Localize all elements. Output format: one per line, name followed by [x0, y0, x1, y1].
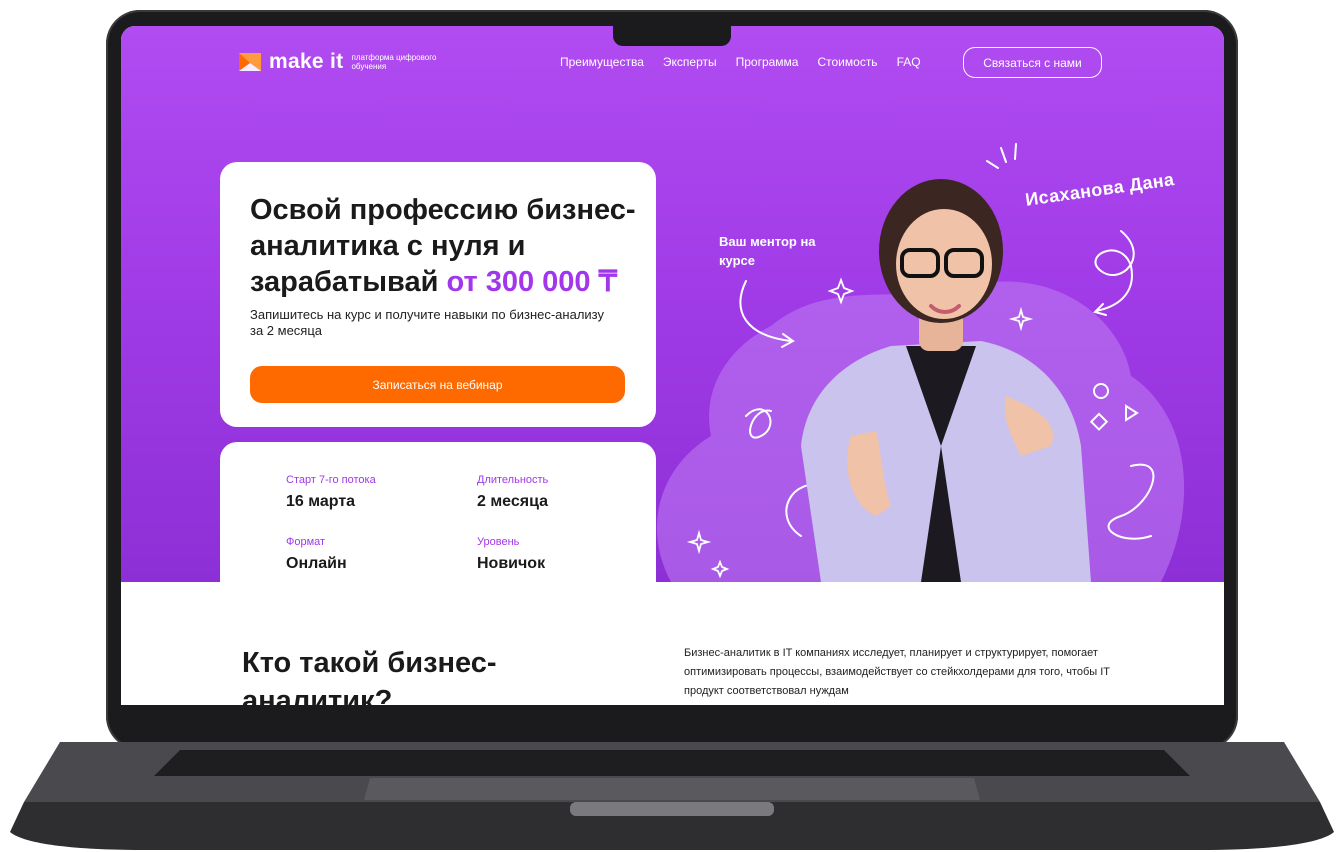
course-info-card: Старт 7-го потока 16 марта Длительность …: [220, 442, 656, 582]
contact-us-button[interactable]: Связаться с нами: [963, 47, 1102, 78]
brand-tagline: платформа цифрового обучения: [351, 53, 437, 71]
nav-item-program[interactable]: Программа: [736, 55, 799, 69]
course-start-label: Старт 7-го потока: [286, 474, 376, 486]
camera-notch: [613, 26, 731, 46]
course-level-value: Новичок: [477, 555, 546, 572]
make-it-logo-icon: [239, 53, 261, 71]
course-level: Уровень Новичок: [477, 536, 647, 573]
about-title: Кто такой бизнес-аналитик?: [242, 647, 497, 705]
laptop-keyboard-base: [10, 742, 1334, 850]
course-level-label: Уровень: [477, 536, 520, 548]
hero-title: Освой профессию бизнес-аналитика с нуля …: [250, 192, 650, 300]
brand-logo[interactable]: make it платформа цифрового обучения: [239, 50, 461, 74]
course-start-value: 16 марта: [286, 493, 356, 510]
nav-item-experts[interactable]: Эксперты: [663, 55, 717, 69]
hero-title-salary: от 300 000 ₸: [446, 266, 618, 298]
browser-screen: make it платформа цифрового обучения Пре…: [121, 26, 1224, 705]
about-section: Кто такой бизнес-аналитик? Бизнес-аналит…: [121, 582, 1224, 705]
hero-section: make it платформа цифрового обучения Пре…: [121, 26, 1224, 582]
nav-item-advantages[interactable]: Преимущества: [560, 55, 644, 69]
course-duration-label: Длительность: [477, 474, 549, 486]
mentor-photo: [801, 179, 1091, 582]
nav-item-price[interactable]: Стоимость: [817, 55, 877, 69]
course-duration-value: 2 месяца: [477, 493, 549, 510]
hero-subtitle: Запишитесь на курс и получите навыки по …: [250, 307, 604, 338]
mentor-label: Ваш ментор на курсе: [719, 234, 816, 268]
main-menu: Преимущества Эксперты Программа Стоимост…: [560, 55, 921, 69]
about-description: Бизнес-аналитик в IT компаниях исследует…: [684, 647, 1110, 697]
course-format-label: Формат: [286, 536, 326, 548]
nav-item-faq[interactable]: FAQ: [897, 55, 921, 69]
course-duration: Длительность 2 месяца: [477, 474, 647, 511]
course-start: Старт 7-го потока 16 марта: [286, 474, 456, 511]
course-format: Формат Онлайн: [286, 536, 456, 573]
brand-name: make it: [269, 50, 344, 73]
course-format-value: Онлайн: [286, 555, 347, 572]
hero-offer-card: Освой профессию бизнес-аналитика с нуля …: [220, 162, 656, 427]
webinar-signup-button[interactable]: Записаться на вебинар: [250, 366, 625, 403]
laptop-frame: make it платформа цифрового обучения Пре…: [0, 0, 1344, 852]
